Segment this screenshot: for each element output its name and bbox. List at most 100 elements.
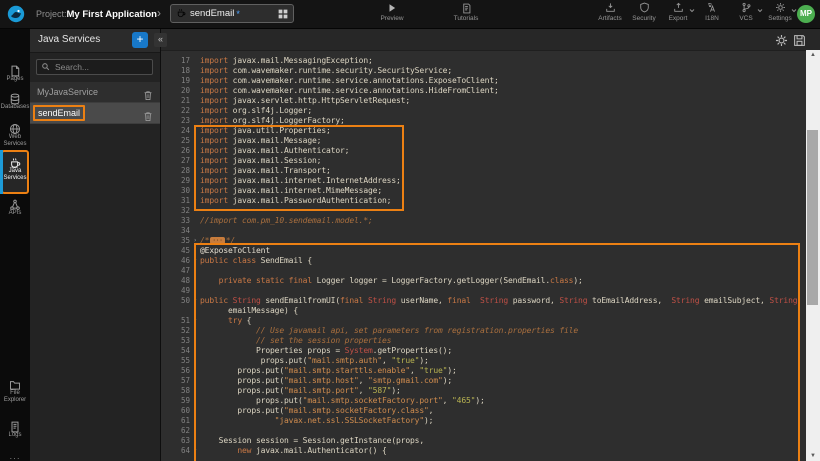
add-service-button[interactable]: +	[132, 32, 148, 48]
code-line[interactable]: 23import org.slf4j.LoggerFactory;	[162, 116, 806, 126]
code-line[interactable]: 56 props.put("mail.smtp.starttls.enable"…	[162, 366, 806, 376]
code-line[interactable]: 58 props.put("mail.smtp.port", "587");	[162, 386, 806, 396]
scrollbar-thumb[interactable]	[807, 130, 818, 305]
grid-icon[interactable]	[278, 9, 288, 19]
search-icon	[41, 58, 50, 76]
project-breadcrumb: Project:My First Application	[36, 0, 157, 28]
line-number: 45	[162, 246, 198, 256]
code-line[interactable]: 61 "javax.net.ssl.SSLSocketFactory");	[162, 416, 806, 426]
artifacts-button[interactable]: Artifacts	[597, 2, 623, 22]
code-line[interactable]: 25import javax.mail.Message;	[162, 136, 806, 146]
open-tab-sendemail[interactable]: sendEmail *	[170, 4, 294, 23]
scroll-down-arrow[interactable]: ▼	[806, 453, 820, 459]
line-number: 63	[162, 436, 198, 446]
service-item-sendemail[interactable]: sendEmail	[30, 103, 160, 124]
line-number: 50▾	[162, 296, 198, 306]
code-line[interactable]: 62	[162, 426, 806, 436]
fold-marker-icon[interactable]: ▾	[193, 296, 197, 306]
code-line[interactable]: 26import javax.mail.Authenticator;	[162, 146, 806, 156]
code-line[interactable]: 60 props.put("mail.smtp.socketFactory.cl…	[162, 406, 806, 416]
code-line[interactable]: 57 props.put("mail.smtp.host", "smtp.gma…	[162, 376, 806, 386]
i18n-button[interactable]: I18N	[699, 2, 725, 22]
pages-icon	[0, 62, 30, 75]
vcs-button[interactable]: VCS	[733, 2, 759, 22]
sidebar-item-logs[interactable]: Logs	[0, 418, 30, 439]
security-button[interactable]: Security	[631, 2, 657, 22]
settings-button[interactable]: Settings	[767, 2, 793, 22]
tutorials-button[interactable]: Tutorials	[444, 3, 488, 22]
fold-marker-icon[interactable]: ▾	[193, 446, 197, 456]
sidebar-item-pages[interactable]: Pages	[0, 62, 30, 83]
code-line[interactable]: 47	[162, 266, 806, 276]
code-line[interactable]: 35›/*···*/	[162, 236, 806, 246]
search-input[interactable]	[53, 61, 147, 73]
code-line[interactable]: 28import javax.mail.Transport;	[162, 166, 806, 176]
wavemaker-logo-icon[interactable]	[7, 5, 25, 23]
sidebar-item-apis[interactable]: APIs	[0, 196, 30, 217]
code-line[interactable]: 46▾public class SendEmail {	[162, 256, 806, 266]
sidebar-item-file-explorer[interactable]: File Explorer	[0, 376, 30, 403]
line-number: 49	[162, 286, 198, 296]
code-line[interactable]: 31import javax.mail.PasswordAuthenticati…	[162, 196, 806, 206]
service-item-myjavaservice[interactable]: MyJavaService	[30, 82, 160, 103]
code-line[interactable]: 27import javax.mail.Session;	[162, 156, 806, 166]
left-sidebar: ··· Pages Databases Web Services Java Servi…	[0, 28, 30, 461]
apis-icon	[0, 196, 30, 209]
fold-marker-icon[interactable]: ▾	[193, 316, 197, 326]
code-line[interactable]: 48 private static final Logger logger = …	[162, 276, 806, 286]
line-number: 29	[162, 176, 198, 186]
code-line[interactable]: 17import javax.mail.MessagingException;	[162, 56, 806, 66]
sidebar-more-button[interactable]: ···	[0, 454, 30, 461]
fold-marker-icon[interactable]: ›	[193, 236, 197, 246]
export-button[interactable]: Export	[665, 2, 691, 22]
artifacts-icon	[597, 2, 623, 15]
sidebar-item-java-services[interactable]: Java Services	[0, 154, 30, 181]
code-line[interactable]: 45@ExposeToClient	[162, 246, 806, 256]
line-number: 25	[162, 136, 198, 146]
line-number: 26	[162, 146, 198, 156]
line-number: 22	[162, 106, 198, 116]
code-line[interactable]: 59 props.put("mail.smtp.socketFactory.po…	[162, 396, 806, 406]
line-number: 35›	[162, 236, 198, 246]
fold-marker-icon[interactable]: ▾	[193, 256, 197, 266]
code-line[interactable]: 24import java.util.Properties;	[162, 126, 806, 136]
preview-button[interactable]: Preview	[370, 3, 414, 22]
code-line[interactable]: 63 Session session = Session.getInstance…	[162, 436, 806, 446]
code-line[interactable]: 64▾ new javax.mail.Authenticator() {	[162, 446, 806, 456]
editor-scrollbar[interactable]: ▲ ▼	[806, 50, 820, 461]
code-line[interactable]: 30import javax.mail.internet.MimeMessage…	[162, 186, 806, 196]
project-name: My First Application	[67, 9, 157, 20]
sidebar-item-web-services[interactable]: Web Services	[0, 120, 30, 147]
code-line[interactable]: 18import com.wavemaker.runtime.security.…	[162, 66, 806, 76]
code-line[interactable]: 19import com.wavemaker.runtime.service.a…	[162, 76, 806, 86]
chevron-down-icon	[689, 7, 695, 14]
code-line[interactable]: 22import org.slf4j.Logger;	[162, 106, 806, 116]
service-search-box[interactable]	[36, 59, 153, 75]
code-line[interactable]: 49	[162, 286, 806, 296]
scroll-up-arrow[interactable]: ▲	[806, 52, 820, 58]
code-line[interactable]: 53 // set the session properties	[162, 336, 806, 346]
code-line[interactable]: 34	[162, 226, 806, 236]
code-line[interactable]: 29import javax.mail.internet.InternetAdd…	[162, 176, 806, 186]
code-line[interactable]: 51▾ try {	[162, 316, 806, 326]
settings-gear-icon[interactable]	[775, 32, 788, 45]
code-line[interactable]: 55 props.put("mail.smtp.auth", "true");	[162, 356, 806, 366]
user-avatar[interactable]: MP	[797, 5, 815, 23]
sidebar-item-databases[interactable]: Databases	[0, 90, 30, 111]
collapse-panel-button[interactable]: «	[154, 33, 167, 47]
save-icon[interactable]	[793, 32, 806, 45]
code-line[interactable]: 20import com.wavemaker.runtime.service.a…	[162, 86, 806, 96]
code-line[interactable]: 32	[162, 206, 806, 216]
code-line[interactable]: emailMessage) {	[162, 306, 806, 316]
line-number: 51▾	[162, 316, 198, 326]
delete-service-icon[interactable]	[143, 87, 153, 98]
line-number: 20	[162, 86, 198, 96]
code-line[interactable]: 33//import com.pm_10.sendemail.model.*;	[162, 216, 806, 226]
code-line[interactable]: 54 Properties props = System.getProperti…	[162, 346, 806, 356]
code-line[interactable]: 21import javax.servlet.http.HttpServletR…	[162, 96, 806, 106]
code-line[interactable]: 50▾public String sendEmailfromUI(final S…	[162, 296, 806, 306]
code-line[interactable]: 52 // Use javamail api, set parameters f…	[162, 326, 806, 336]
delete-service-icon[interactable]	[143, 108, 153, 119]
line-number: 47	[162, 266, 198, 276]
logs-icon	[0, 418, 30, 431]
